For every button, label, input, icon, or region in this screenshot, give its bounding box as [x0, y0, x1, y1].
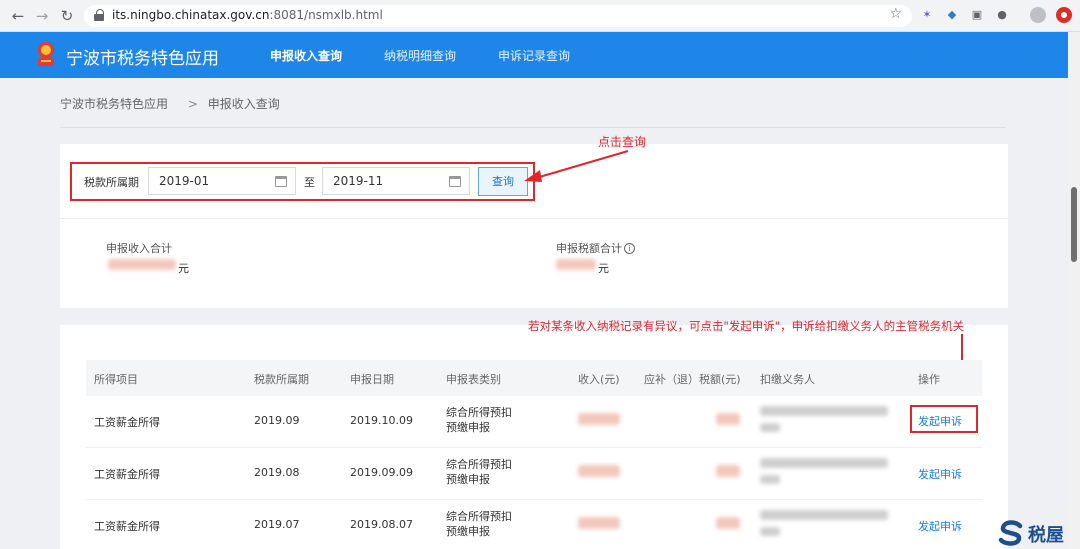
browser-toolbar: ← → ↻ its.ningbo.chinatax.gov.cn:8081/ns…	[0, 0, 1080, 32]
tab-tax-detail[interactable]: 纳税明细查询	[384, 47, 456, 64]
table-row	[86, 396, 982, 448]
blurred-value	[716, 465, 740, 477]
reload-icon[interactable]: ↻	[57, 6, 77, 26]
blurred-value	[578, 517, 620, 529]
blurred-value	[578, 413, 620, 425]
cell-type: 综合所得预扣 预缴申报	[446, 510, 512, 538]
tax-total-label: 申报税额合计 i	[556, 240, 635, 256]
forward-icon[interactable]: →	[32, 6, 52, 26]
table-row	[86, 500, 982, 549]
app-header: 宁波市税务特色应用 申报收入查询 纳税明细查询 申诉记录查询	[0, 32, 1068, 78]
calendar-icon[interactable]	[275, 176, 287, 187]
address-bar[interactable]: its.ningbo.chinatax.gov.cn:8081/nsmxlb.h…	[84, 5, 912, 27]
column-header: 操作	[918, 373, 940, 386]
watermark-logo-icon	[998, 520, 1023, 546]
annotation-appeal-hint: 若对某条收入纳税记录有异议，可点击"发起申诉"，申诉给扣缴义务人的主管税务机关	[528, 319, 965, 333]
income-total-label: 申报收入合计	[106, 242, 172, 255]
appeal-link[interactable]: 发起申诉	[918, 413, 962, 429]
cell-date: 2019.10.09	[350, 414, 413, 427]
column-header: 所得项目	[94, 373, 138, 386]
table-row	[86, 448, 982, 500]
income-unit: 元	[178, 262, 189, 275]
lock-icon	[94, 9, 104, 21]
appeal-link[interactable]: 发起申诉	[918, 518, 962, 534]
scroll-thumb[interactable]	[1071, 187, 1077, 262]
period-label: 税款所属期	[84, 176, 139, 189]
divider	[60, 218, 1008, 219]
divider	[60, 127, 1006, 128]
table-header	[86, 360, 982, 396]
blurred-value	[578, 465, 620, 477]
extension-icon[interactable]: ▣	[970, 8, 984, 22]
watermark: 税屋	[994, 516, 1080, 549]
cell-item: 工资薪金所得	[94, 520, 160, 533]
cell-date: 2019.08.07	[350, 518, 413, 531]
cell-type: 综合所得预扣 预缴申报	[446, 458, 512, 486]
blurred-value	[760, 527, 780, 536]
period-to-input[interactable]: 2019-11	[322, 167, 470, 195]
opera-icon[interactable]	[1056, 7, 1072, 23]
blurred-value	[760, 406, 888, 416]
period-from-input[interactable]: 2019-01	[148, 167, 296, 195]
bookmark-star-icon[interactable]: ☆	[889, 6, 902, 22]
watermark-text: 税屋	[1028, 525, 1064, 546]
back-icon[interactable]: ←	[8, 6, 28, 26]
tax-emblem-icon	[38, 42, 54, 66]
breadcrumb-current: 申报收入查询	[207, 97, 280, 111]
url-text[interactable]: its.ningbo.chinatax.gov.cn:8081/nsmxlb.h…	[112, 8, 383, 22]
blurred-value	[760, 423, 780, 432]
blurred-value	[760, 510, 888, 520]
cell-period: 2019.07	[254, 518, 300, 531]
column-header: 收入(元)	[578, 373, 620, 386]
profile-avatar[interactable]	[1030, 7, 1046, 23]
to-label: 至	[304, 176, 315, 189]
blurred-value	[108, 259, 176, 270]
page-scrollbar[interactable]	[1068, 32, 1080, 549]
extension-icon[interactable]: ●	[995, 8, 1009, 22]
cell-item: 工资薪金所得	[94, 416, 160, 429]
cell-period: 2019.09	[254, 414, 300, 427]
blurred-value	[556, 259, 596, 270]
info-icon[interactable]: i	[624, 243, 635, 254]
blurred-value	[716, 413, 740, 425]
column-header: 税款所属期	[254, 373, 309, 386]
breadcrumb-root[interactable]: 宁波市税务特色应用	[60, 97, 168, 111]
blurred-value	[760, 458, 888, 468]
cell-type: 综合所得预扣 预缴申报	[446, 406, 512, 434]
annotation-arrow	[524, 150, 629, 182]
extension-icon[interactable]: ✶	[920, 8, 934, 22]
column-header: 扣缴义务人	[760, 373, 815, 386]
tab-appeal-record[interactable]: 申诉记录查询	[498, 47, 570, 64]
extension-icon[interactable]: ◆	[945, 8, 959, 22]
cell-item: 工资薪金所得	[94, 468, 160, 481]
column-header: 应补（退）税额(元)	[644, 373, 741, 386]
calendar-icon[interactable]	[449, 176, 461, 187]
column-header: 申报表类别	[446, 373, 501, 386]
breadcrumb-separator: >	[187, 97, 198, 111]
blurred-value	[716, 517, 740, 529]
app-title: 宁波市税务特色应用	[66, 49, 219, 69]
breadcrumb: 宁波市税务特色应用 > 申报收入查询	[60, 95, 286, 112]
appeal-link[interactable]: 发起申诉	[918, 466, 962, 482]
tax-unit: 元	[598, 262, 609, 275]
blurred-value	[760, 475, 780, 484]
tab-income-query[interactable]: 申报收入查询	[270, 47, 342, 64]
column-header: 申报日期	[350, 373, 394, 386]
cell-date: 2019.09.09	[350, 466, 413, 479]
cell-period: 2019.08	[254, 466, 300, 479]
